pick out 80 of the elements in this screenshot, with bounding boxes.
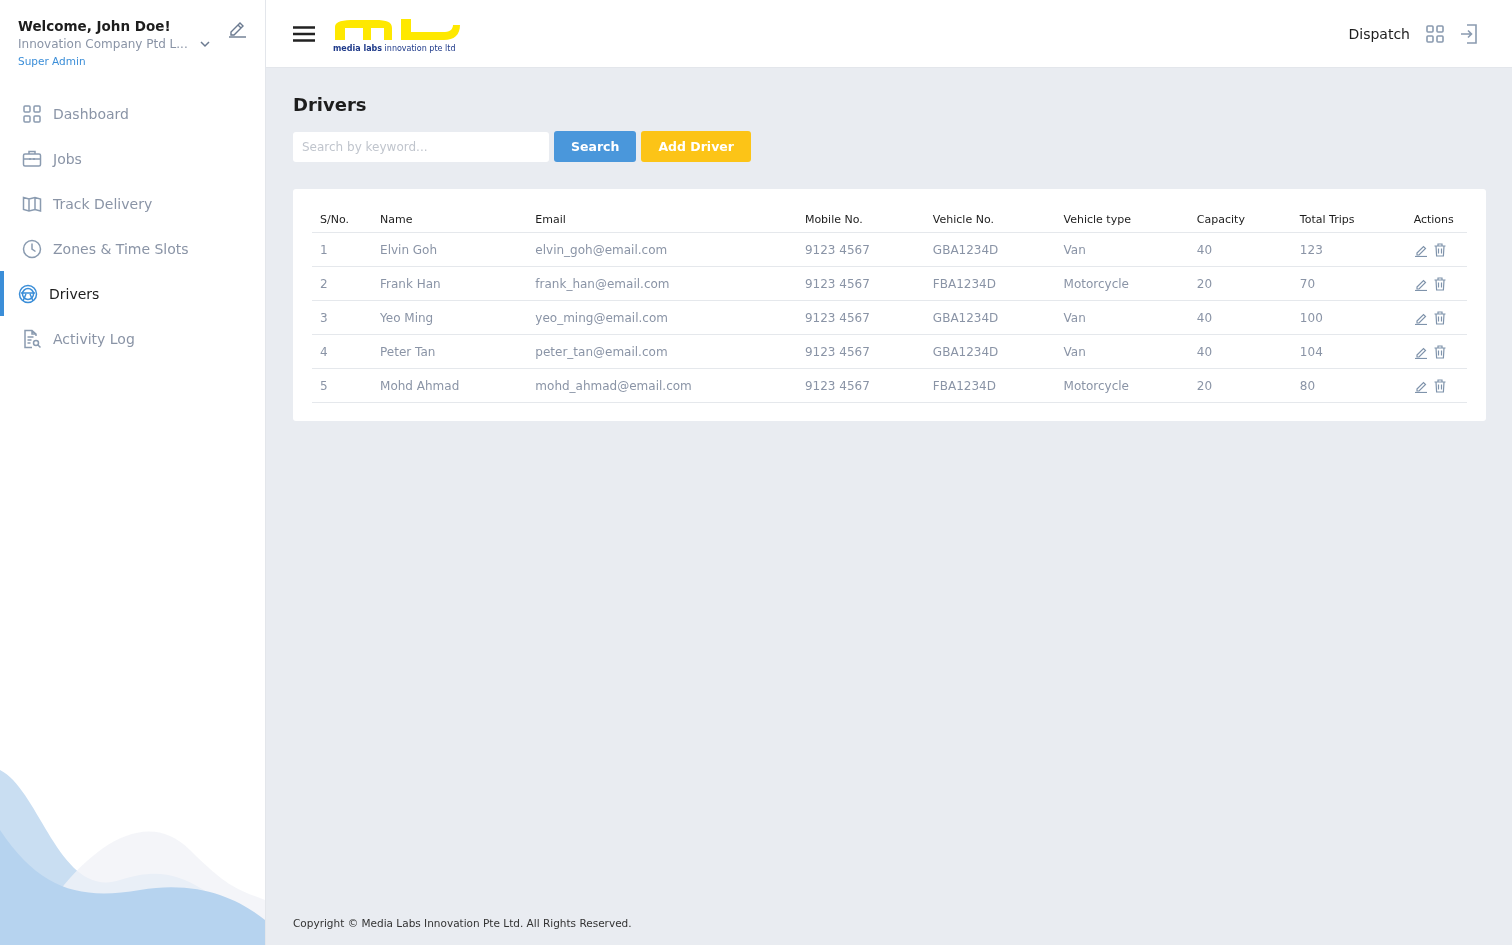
table-cell: GBA1234D bbox=[932, 344, 999, 359]
trash-icon[interactable] bbox=[1433, 344, 1446, 359]
welcome-text: Welcome, John Doe! bbox=[18, 18, 172, 34]
table-cell: Elvin Goh bbox=[380, 242, 438, 257]
table-cell: 9123 4567 bbox=[804, 242, 870, 257]
table-cell: 123 bbox=[1299, 242, 1323, 257]
user-role: Super Admin bbox=[18, 55, 87, 67]
table-cell: 20 bbox=[1196, 276, 1213, 291]
column-header: Vehicle No. bbox=[932, 213, 994, 226]
table-cell: Motorcycle bbox=[1063, 276, 1129, 291]
trash-icon[interactable] bbox=[1433, 378, 1446, 393]
table-cell: GBA1234D bbox=[932, 310, 999, 325]
company-name: Innovation Company Ptd L... bbox=[18, 37, 188, 51]
table-cell: 104 bbox=[1299, 344, 1323, 359]
table-cell: GBA1234D bbox=[932, 242, 999, 257]
copyright-text: Copyright © Media Labs Innovation Pte Ltd. All Rights Reserved. bbox=[292, 917, 633, 931]
table-cell: 100 bbox=[1299, 310, 1323, 325]
table-cell: FBA1234D bbox=[932, 276, 996, 291]
table-cell: Van bbox=[1063, 344, 1086, 359]
document-search-icon bbox=[22, 328, 42, 349]
logout-icon[interactable] bbox=[1460, 23, 1478, 44]
table-cell: peter_tan@email.com bbox=[535, 344, 668, 359]
table-cell: 9123 4567 bbox=[804, 310, 870, 325]
table-cell: frank_han@email.com bbox=[535, 276, 670, 291]
table-cell: 2 bbox=[320, 276, 328, 291]
briefcase-icon bbox=[22, 148, 42, 169]
column-header: S/No. bbox=[320, 213, 349, 226]
logo-tagline: media labs innovation pte ltd bbox=[333, 44, 457, 53]
table-cell: Frank Han bbox=[380, 276, 441, 291]
column-header: Email bbox=[535, 213, 566, 226]
chevron-down-icon[interactable] bbox=[199, 40, 210, 48]
nav-item[interactable]: Dashboard bbox=[0, 91, 265, 136]
nav-item[interactable]: Activity Log bbox=[0, 316, 265, 361]
table-cell: 5 bbox=[320, 378, 328, 393]
trash-icon[interactable] bbox=[1433, 310, 1446, 325]
logo-mark-icon bbox=[333, 18, 461, 42]
table-cell: 40 bbox=[1196, 242, 1213, 257]
table-cell: Van bbox=[1063, 310, 1086, 325]
grid-icon bbox=[22, 103, 42, 124]
column-header: Vehicle type bbox=[1063, 213, 1131, 226]
table-cell: 9123 4567 bbox=[804, 378, 870, 393]
search-field[interactable]: Search by keyword... bbox=[293, 131, 549, 162]
column-header: Actions bbox=[1413, 213, 1454, 226]
add-driver-button[interactable]: Add Driver bbox=[641, 131, 751, 162]
table-cell: 40 bbox=[1196, 310, 1213, 325]
table-cell: 20 bbox=[1196, 378, 1213, 393]
table-cell: FBA1234D bbox=[932, 378, 996, 393]
table-cell: 80 bbox=[1299, 378, 1316, 393]
clock-icon bbox=[22, 238, 42, 259]
nav-item[interactable]: Zones & Time Slots bbox=[0, 226, 265, 271]
nav-item[interactable]: Track Delivery bbox=[0, 181, 265, 226]
table-cell: 4 bbox=[320, 344, 328, 359]
table-cell: 9123 4567 bbox=[804, 344, 870, 359]
table-cell: elvin_goh@email.com bbox=[535, 242, 668, 257]
trash-icon[interactable] bbox=[1433, 242, 1446, 257]
table-cell: Peter Tan bbox=[380, 344, 436, 359]
table-cell: yeo_ming@email.com bbox=[535, 310, 668, 325]
column-header: Total Trips bbox=[1299, 213, 1355, 226]
table-cell: Van bbox=[1063, 242, 1086, 257]
search-button[interactable]: Search bbox=[554, 131, 637, 162]
table-cell: 9123 4567 bbox=[804, 276, 870, 291]
dispatch-label: Dispatch bbox=[1348, 25, 1410, 42]
table-cell: Mohd Ahmad bbox=[380, 378, 460, 393]
steering-wheel-icon bbox=[18, 283, 38, 304]
table-cell: 70 bbox=[1299, 276, 1316, 291]
column-header: Capacity bbox=[1196, 213, 1245, 226]
table-cell: Yeo Ming bbox=[380, 310, 434, 325]
nav-item[interactable]: Jobs bbox=[0, 136, 265, 181]
table-cell: 1 bbox=[320, 242, 328, 257]
table-cell: Motorcycle bbox=[1063, 378, 1129, 393]
trash-icon[interactable] bbox=[1433, 276, 1446, 291]
page-title: Drivers bbox=[293, 94, 368, 115]
menu-icon[interactable] bbox=[293, 25, 315, 42]
column-header: Name bbox=[380, 213, 413, 226]
table-cell: 3 bbox=[320, 310, 328, 325]
nav-item[interactable]: Drivers bbox=[0, 271, 265, 316]
grid-icon[interactable] bbox=[1426, 24, 1444, 43]
column-header: Mobile No. bbox=[804, 213, 863, 226]
table-cell: 40 bbox=[1196, 344, 1213, 359]
table-cell: mohd_ahmad@email.com bbox=[535, 378, 692, 393]
